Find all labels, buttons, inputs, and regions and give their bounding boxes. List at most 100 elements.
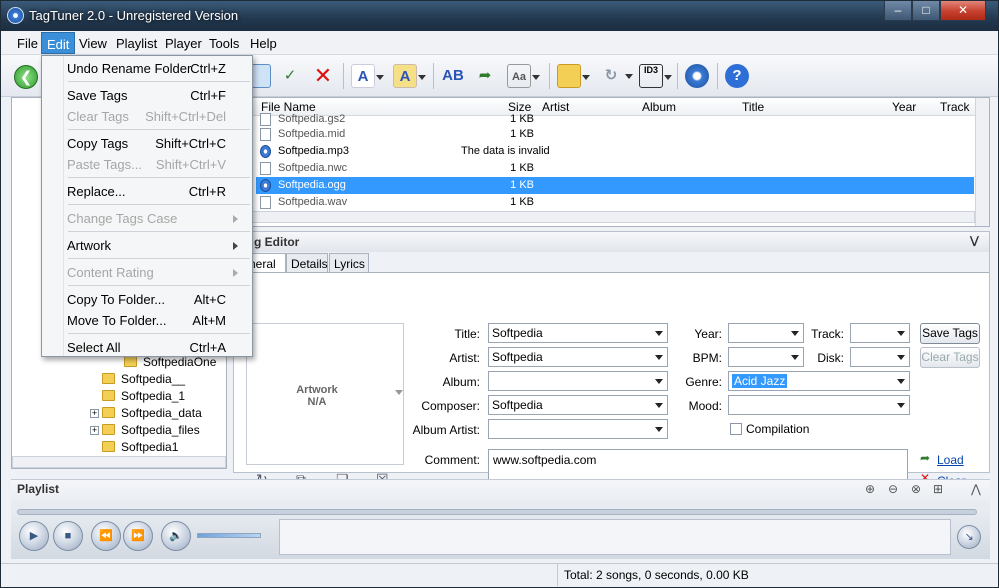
expand-icon[interactable]: +	[90, 409, 99, 418]
previous-icon[interactable]: ⏪	[91, 521, 121, 551]
status-text: Total: 2 songs, 0 seconds, 0.00 KB	[564, 568, 749, 582]
track-field[interactable]	[850, 323, 910, 343]
menu-item-content-rating[interactable]: Content Rating	[66, 262, 250, 283]
artist-field[interactable]: Softpedia	[488, 347, 668, 367]
menu-file[interactable]: File	[17, 36, 38, 51]
close-button[interactable]: ✕	[940, 1, 986, 21]
folder-icon[interactable]	[557, 64, 590, 88]
menu-item-replace[interactable]: Replace... Ctrl+R	[66, 181, 250, 202]
title-field[interactable]: Softpedia	[488, 323, 668, 343]
mood-field[interactable]	[728, 395, 910, 415]
tree-item[interactable]: Softpedia__	[102, 372, 185, 389]
file-list-hscrollbar[interactable]	[252, 211, 975, 223]
spell-check-icon[interactable]: AB	[441, 64, 465, 88]
album-artist-field[interactable]	[488, 419, 668, 439]
playlist-clear-icon[interactable]: ⊗	[911, 482, 921, 496]
album-field[interactable]	[488, 371, 668, 391]
file-row[interactable]: Softpedia.nwc 1 KB	[256, 160, 974, 177]
playlist-remove-icon[interactable]: ⊖	[888, 482, 898, 496]
tree-item[interactable]: Softpedia1	[102, 440, 178, 457]
file-row[interactable]: Softpedia.mp3 The data is invalid	[256, 143, 974, 160]
menu-item-select-all[interactable]: Select All Ctrl+A	[66, 337, 250, 358]
menu-item-move-to-folder[interactable]: Move To Folder... Alt+M	[66, 310, 250, 331]
file-icon	[260, 128, 271, 141]
volume-icon[interactable]: 🔈	[161, 521, 191, 551]
menu-item-change-case[interactable]: Change Tags Case	[66, 208, 250, 229]
save-disk-icon[interactable]: ✓	[278, 64, 302, 88]
menu-playlist[interactable]: Playlist	[116, 36, 157, 51]
player-bar: ▶ ■ ⏪ ⏩ 🔈 ↘	[11, 507, 990, 559]
menu-edit[interactable]: Edit	[41, 32, 76, 54]
tree-item[interactable]: + Softpedia_files	[90, 423, 200, 440]
tab-lyrics[interactable]: Lyrics	[329, 253, 369, 273]
volume-slider[interactable]	[197, 533, 261, 538]
sync-icon[interactable]: ↻	[599, 64, 633, 88]
file-row-selected[interactable]: Softpedia.ogg 1 KB	[256, 177, 974, 194]
mini-mode-icon[interactable]: ↘	[957, 525, 981, 549]
player-icon[interactable]	[685, 64, 709, 88]
app-window: TagTuner 2.0 - Unregistered Version – □ …	[0, 0, 999, 588]
menu-bar: File Edit View Playlist Player Tools Hel…	[1, 31, 998, 55]
save-tags-button[interactable]: Save Tags	[920, 323, 980, 344]
delete-icon[interactable]: ✕	[311, 64, 335, 88]
tree-item[interactable]: Softpedia_1	[102, 389, 185, 406]
tab-details[interactable]: Details	[286, 253, 328, 273]
load-icon: ➦	[920, 451, 931, 465]
menu-item-clear-tags[interactable]: Clear Tags Shift+Ctrl+Del	[66, 106, 250, 127]
edit-menu-dropdown: Undo Rename Folder Ctrl+Z Save Tags Ctrl+F…	[41, 55, 253, 357]
playlist-collapse-icon[interactable]: ⋀	[971, 482, 981, 496]
tree-item[interactable]: + Softpedia_data	[90, 406, 202, 423]
year-field[interactable]	[728, 323, 804, 343]
tag-edit-icon[interactable]: A	[351, 64, 384, 88]
menu-help[interactable]: Help	[250, 36, 277, 51]
export-icon[interactable]: ➦	[473, 64, 497, 88]
folder-icon	[102, 373, 115, 384]
menu-tools[interactable]: Tools	[209, 36, 239, 51]
submenu-arrow-icon	[233, 242, 242, 250]
load-link[interactable]: Load	[937, 453, 964, 467]
composer-field[interactable]: Softpedia	[488, 395, 668, 415]
genre-field[interactable]: Acid Jazz	[728, 371, 910, 391]
expand-icon[interactable]: +	[90, 426, 99, 435]
menu-item-artwork[interactable]: Artwork	[66, 235, 250, 256]
stop-icon[interactable]: ■	[53, 521, 83, 551]
audio-file-icon	[260, 145, 271, 158]
window-title: TagTuner 2.0 - Unregistered Version	[29, 8, 239, 23]
playlist-add-icon[interactable]: ⊕	[865, 482, 875, 496]
artwork-dropdown-icon[interactable]	[395, 390, 403, 399]
disk-field[interactable]	[850, 347, 910, 367]
next-icon[interactable]: ⏩	[123, 521, 153, 551]
id3-icon[interactable]: ID3	[639, 64, 672, 88]
play-icon[interactable]: ▶	[19, 521, 49, 551]
compilation-checkbox[interactable]	[730, 423, 742, 435]
menu-item-copy-tags[interactable]: Copy Tags Shift+Ctrl+C	[66, 133, 250, 154]
file-row[interactable]: Softpedia.wav 1 KB	[256, 194, 974, 211]
title-bar[interactable]: TagTuner 2.0 - Unregistered Version – □ …	[1, 1, 998, 31]
menu-view[interactable]: View	[79, 36, 107, 51]
back-arrow-icon[interactable]: ❮	[14, 65, 38, 89]
tag-case-icon[interactable]: A	[393, 64, 426, 88]
playlist-menu-icon[interactable]: ⊞	[933, 482, 943, 496]
audio-file-icon	[260, 179, 271, 192]
menu-player[interactable]: Player	[165, 36, 202, 51]
maximize-button[interactable]: □	[912, 1, 940, 21]
file-icon	[260, 196, 271, 209]
clear-tags-button[interactable]: Clear Tags	[920, 347, 980, 368]
help-icon[interactable]: ?	[725, 64, 749, 88]
rename-icon[interactable]: Aa	[507, 64, 540, 88]
bpm-field[interactable]	[728, 347, 804, 367]
menu-item-copy-to-folder[interactable]: Copy To Folder... Alt+C	[66, 289, 250, 310]
playlist-label: Playlist	[17, 482, 60, 496]
file-row[interactable]: Softpedia.mid 1 KB	[256, 126, 974, 143]
minimize-button[interactable]: –	[884, 1, 912, 21]
status-bar: Total: 2 songs, 0 seconds, 0.00 KB	[1, 563, 998, 587]
collapse-icon[interactable]: ⋁	[970, 234, 979, 247]
track-info-area	[279, 519, 951, 555]
menu-item-paste-tags[interactable]: Paste Tags... Shift+Ctrl+V	[66, 154, 250, 175]
seek-bar[interactable]	[17, 509, 977, 515]
artwork-box[interactable]: Artwork N/A	[246, 323, 404, 465]
menu-item-undo[interactable]: Undo Rename Folder Ctrl+Z	[66, 58, 250, 79]
file-list-vscrollbar[interactable]	[975, 98, 989, 226]
menu-item-save-tags[interactable]: Save Tags Ctrl+F	[66, 85, 250, 106]
tree-hscrollbar[interactable]	[12, 456, 226, 468]
